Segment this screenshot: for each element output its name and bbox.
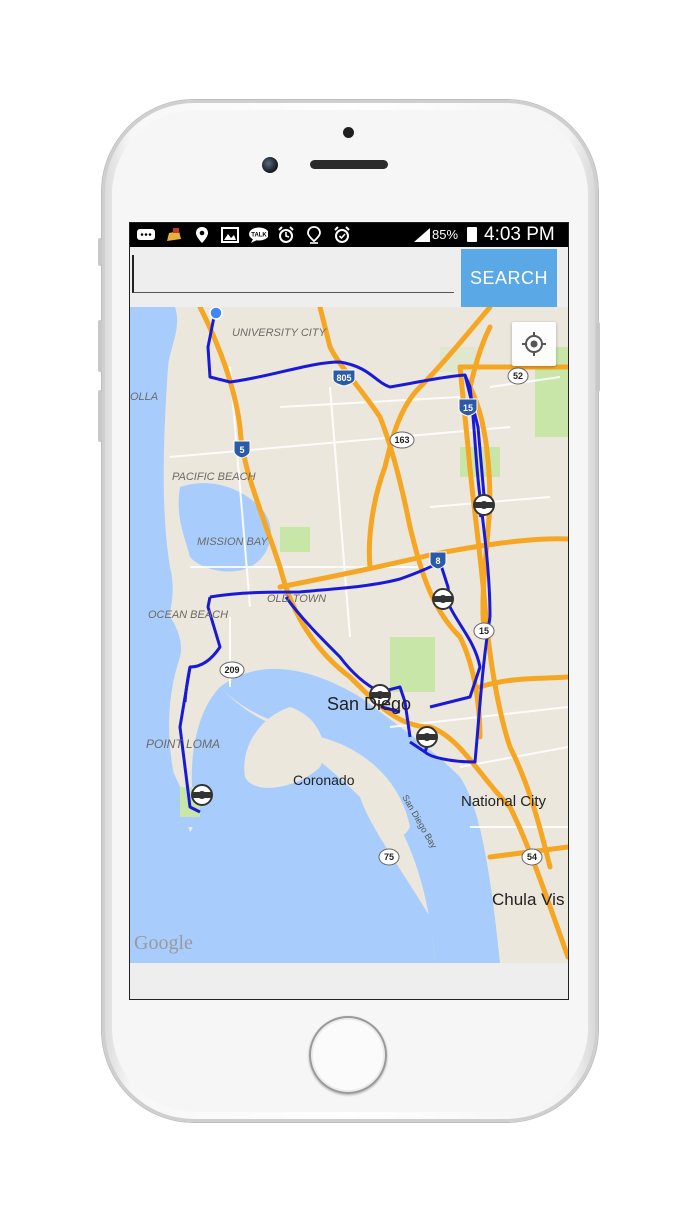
i8-shield: 8 [429, 551, 447, 570]
search-button[interactable]: SEARCH [461, 249, 557, 307]
svg-text:163: 163 [394, 435, 409, 445]
battery-icon [467, 227, 477, 242]
label-ocean-beach: OCEAN BEACH [148, 609, 228, 621]
search-bar: SEARCH [130, 247, 568, 307]
svg-text:TALK: TALK [251, 233, 267, 239]
r209-shield: 209 [219, 661, 245, 679]
image-icon [220, 226, 240, 244]
label-point-loma: POINT LOMA [146, 737, 220, 751]
power-button [596, 322, 600, 392]
stop-marker[interactable] [416, 726, 438, 748]
home-button[interactable] [309, 1016, 387, 1094]
i15-shield: 15 [458, 398, 478, 417]
svg-text:209: 209 [224, 665, 239, 675]
alarm-icon [332, 226, 352, 244]
stop-marker[interactable] [191, 784, 213, 806]
svg-text:75: 75 [384, 852, 394, 862]
volume-up-button [98, 320, 102, 372]
map-view[interactable]: 805 5 15 8 52 163 15 209 75 54 UNIVERSIT… [130, 307, 568, 963]
location-icon [304, 226, 324, 244]
r54-shield: 54 [521, 848, 543, 866]
front-camera [262, 157, 278, 173]
label-la-jolla: OLLA [130, 391, 158, 403]
alarm-icon [276, 226, 296, 244]
phone-screen: TALK 4G 85% 4:03 PM SEARCH [129, 222, 569, 1000]
app-icon [164, 226, 184, 244]
my-location-button[interactable] [512, 322, 556, 366]
label-chula-vista: Chula Vis [492, 890, 564, 909]
svg-text:15: 15 [463, 403, 473, 413]
label-old-town: OLD TOWN [267, 593, 326, 605]
label-pacific-beach: PACIFIC BEACH [172, 471, 256, 483]
talk-icon: TALK [248, 226, 268, 244]
bottom-panel [130, 963, 568, 999]
messages-icon [136, 226, 156, 244]
google-attribution: Google [134, 932, 193, 954]
status-bar: TALK 4G 85% 4:03 PM [130, 223, 568, 247]
map-canvas: 805 5 15 8 52 163 15 209 75 54 UNIVERSIT… [130, 307, 568, 963]
crosshair-icon [522, 332, 546, 356]
label-mission-bay: MISSION BAY [197, 536, 268, 548]
label-national-city: National City [461, 793, 547, 810]
notification-icons: TALK [136, 226, 352, 244]
search-input[interactable] [132, 255, 454, 293]
r75-shield: 75 [378, 848, 400, 866]
r52-shield: 52 [507, 367, 529, 385]
svg-text:5: 5 [239, 445, 244, 455]
label-san-diego: San Diego [327, 694, 411, 714]
i805-shield: 805 [332, 369, 356, 387]
current-location-dot [209, 307, 223, 320]
signal-icon: 4G [414, 228, 430, 242]
svg-text:52: 52 [513, 371, 523, 381]
r163-shield: 163 [389, 431, 415, 449]
location-icon [192, 226, 212, 244]
r15b-shield: 15 [473, 622, 495, 640]
earpiece-speaker [310, 160, 388, 169]
label-university-city: UNIVERSITY CITY [232, 327, 327, 339]
svg-text:8: 8 [435, 556, 440, 566]
stop-marker[interactable] [473, 494, 495, 516]
svg-text:805: 805 [336, 373, 351, 383]
stop-marker[interactable] [432, 588, 454, 610]
volume-down-button [98, 390, 102, 442]
svg-text:54: 54 [527, 852, 537, 862]
label-coronado: Coronado [293, 772, 355, 788]
clock: 4:03 PM [484, 224, 555, 245]
svg-text:15: 15 [479, 626, 489, 636]
i5-shield: 5 [233, 440, 251, 459]
proximity-sensor [343, 127, 354, 138]
battery-percent: 85% [432, 227, 459, 242]
mute-switch [98, 238, 102, 266]
